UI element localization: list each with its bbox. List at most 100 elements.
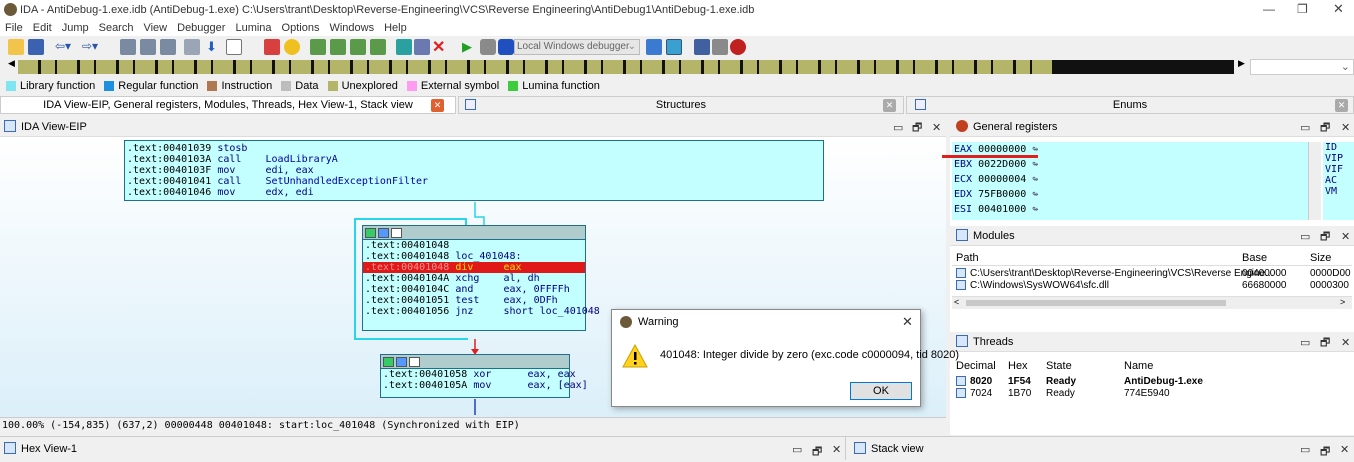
menu-search[interactable]: Search: [94, 20, 139, 36]
tab-main[interactable]: IDA View-EIP, General registers, Modules…: [0, 96, 456, 114]
modules-table-row[interactable]: C:\Windows\SysWOW64\sfc.dll 66680000 000…: [952, 280, 1352, 291]
close-tab-icon[interactable]: ✕: [1335, 99, 1348, 112]
graph-node-3[interactable]: .text:00401058 xor eax, eax .text:004010…: [380, 354, 588, 398]
threads-table-row[interactable]: 7024 1B70 Ready 774E5940: [952, 388, 1352, 399]
menu-help[interactable]: Help: [379, 20, 412, 36]
dialog-close-button[interactable]: ✕: [902, 314, 913, 330]
nav-left-arrow-icon[interactable]: ◀: [8, 58, 15, 69]
save-icon[interactable]: [28, 39, 44, 55]
node-color-icon[interactable]: [383, 357, 394, 367]
ok-button[interactable]: OK: [850, 382, 912, 400]
pane-close-button[interactable]: ✕: [932, 119, 941, 137]
code-line[interactable]: .text:00401058 xor eax, eax: [381, 369, 576, 380]
pause-icon[interactable]: [480, 39, 496, 55]
menu-edit[interactable]: Edit: [28, 20, 57, 36]
stop-icon[interactable]: [498, 39, 514, 55]
scroll-thumb[interactable]: [966, 300, 1226, 306]
minimize-button[interactable]: —: [1263, 2, 1275, 16]
pane-close-button[interactable]: ✕: [832, 443, 841, 456]
tab-structures[interactable]: Structures ✕: [458, 96, 904, 114]
jump-icon[interactable]: ↬: [1032, 189, 1038, 200]
jump-icon[interactable]: ↬: [1032, 204, 1038, 215]
menu-windows[interactable]: Windows: [324, 20, 379, 36]
run-icon[interactable]: ▶: [462, 39, 472, 55]
close-tab-icon[interactable]: ✕: [883, 99, 896, 112]
pane-minimize-button[interactable]: ▭: [1300, 119, 1310, 137]
jump-icon[interactable]: ↬: [1032, 159, 1038, 170]
nav-dropdown[interactable]: ⌄: [1250, 59, 1354, 75]
hint-icon[interactable]: [284, 39, 300, 55]
column-header-name[interactable]: Name: [1124, 359, 1153, 374]
modules-hscrollbar[interactable]: < >: [952, 296, 1352, 309]
threads-table-row[interactable]: 8020 1F54 Ready AntiDebug-1.exe: [952, 376, 1352, 387]
open-icon[interactable]: [8, 39, 24, 55]
segment-icon[interactable]: [310, 39, 326, 55]
bug-icon[interactable]: [730, 39, 746, 55]
pane-float-button[interactable]: 🗗: [1320, 119, 1330, 137]
code-line[interactable]: .text:00401048: [363, 240, 585, 251]
register-row[interactable]: ECX 00000004 ↬: [952, 172, 1308, 187]
tab-enums[interactable]: Enums ✕: [906, 96, 1354, 114]
text-search-icon[interactable]: [140, 39, 156, 55]
node-text-icon[interactable]: [409, 357, 420, 367]
delete-icon[interactable]: ✕: [432, 37, 445, 57]
pane-float-button[interactable]: 🗗: [1320, 334, 1330, 352]
node-color-icon[interactable]: [365, 228, 376, 238]
pane-close-button[interactable]: ✕: [1341, 334, 1350, 352]
plugin-icon[interactable]: [370, 39, 386, 55]
node-graph-icon[interactable]: [396, 357, 407, 367]
code-line[interactable]: .text:00401056 jnz short loc_401048: [363, 306, 600, 317]
registers-scrollbar[interactable]: [1308, 142, 1321, 220]
nav-right-arrow-icon[interactable]: ▶: [1238, 58, 1245, 69]
menu-file[interactable]: File: [0, 20, 28, 36]
menu-options[interactable]: Options: [277, 20, 325, 36]
jump-icon[interactable]: ↬: [1032, 174, 1038, 185]
pane-close-button[interactable]: ✕: [1341, 119, 1350, 137]
pane-minimize-button[interactable]: ▭: [893, 119, 903, 137]
column-header-size[interactable]: Size: [1310, 251, 1331, 266]
pane-float-button[interactable]: 🗗: [1320, 228, 1330, 246]
menu-view[interactable]: View: [138, 20, 172, 36]
pane-minimize-button[interactable]: ▭: [1300, 443, 1310, 456]
code-line[interactable]: .text:0040104A xchg al, dh: [363, 273, 585, 284]
register-row[interactable]: EBX 0022D000 ↬: [952, 157, 1308, 172]
jump-icon[interactable]: ↬: [1032, 144, 1038, 155]
wand-icon[interactable]: [396, 39, 412, 55]
binary-search-icon[interactable]: [120, 39, 136, 55]
code-line[interactable]: .text:0040104C and eax, 0FFFFh: [363, 284, 585, 295]
scroll-right-icon[interactable]: >: [1340, 297, 1345, 307]
attach-icon[interactable]: [666, 39, 682, 55]
graph-node-2[interactable]: .text:00401048 .text:00401048 loc_401048…: [362, 225, 600, 331]
close-window-button[interactable]: ✕: [1333, 1, 1344, 17]
column-header-state[interactable]: State: [1046, 359, 1072, 374]
edit-icon[interactable]: [414, 39, 430, 55]
pane-float-button[interactable]: 🗗: [1320, 443, 1330, 462]
code-line[interactable]: .text:00401051 test eax, 0DFh: [363, 295, 585, 306]
menu-lumina[interactable]: Lumina: [230, 20, 276, 36]
navigation-map[interactable]: [18, 60, 1234, 74]
pane-minimize-button[interactable]: ▭: [792, 443, 802, 456]
pane-close-button[interactable]: ✕: [1341, 228, 1350, 246]
trace-icon[interactable]: [712, 39, 728, 55]
graph-icon[interactable]: [264, 39, 280, 55]
node-text-icon[interactable]: [391, 228, 402, 238]
pane-minimize-button[interactable]: ▭: [1300, 334, 1310, 352]
forward-icon[interactable]: ⇨▾: [82, 39, 98, 53]
register-row[interactable]: EDX 75FB0000 ↬: [952, 187, 1308, 202]
struct-icon[interactable]: [330, 39, 346, 55]
pane-float-button[interactable]: 🗗: [912, 119, 922, 137]
breakpoints-icon[interactable]: [694, 39, 710, 55]
column-header-base[interactable]: Base: [1242, 251, 1267, 266]
pane-minimize-button[interactable]: ▭: [1300, 228, 1310, 246]
back-icon[interactable]: ⇦▾: [55, 39, 71, 53]
imm-search-icon[interactable]: [160, 39, 176, 55]
flags-list[interactable]: ID VIP VIF AC VM: [1323, 142, 1354, 220]
menu-debugger[interactable]: Debugger: [172, 20, 230, 36]
close-tab-icon[interactable]: ✕: [431, 99, 444, 112]
column-header-path[interactable]: Path: [956, 251, 979, 266]
node-graph-icon[interactable]: [378, 228, 389, 238]
column-header-decimal[interactable]: Decimal: [956, 359, 996, 374]
debugger-select[interactable]: Local Windows debugger ⌄: [514, 39, 640, 55]
code-line[interactable]: .text:0040105A mov eax, [eax]: [381, 380, 588, 391]
current-instruction[interactable]: .text:00401048 div eax: [363, 262, 585, 273]
